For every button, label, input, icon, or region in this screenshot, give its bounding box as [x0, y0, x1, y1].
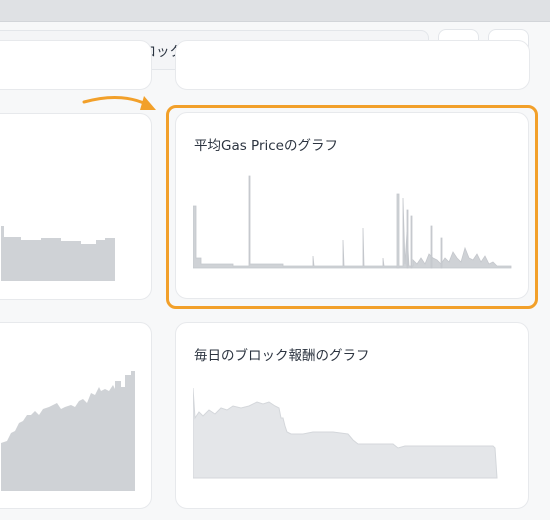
- chart-card-left-2[interactable]: [0, 322, 152, 509]
- highlight-frame: [166, 105, 538, 309]
- card-top-left-partial: [0, 40, 152, 90]
- left-chart-2: [1, 371, 135, 491]
- card-top-right-partial: [175, 40, 530, 90]
- pointer-arrow: [82, 95, 156, 110]
- block-reward-chart-card[interactable]: 毎日のブロック報酬のグラフ: [175, 322, 529, 509]
- block-reward-chart: [193, 387, 498, 479]
- block-reward-card-title: 毎日のブロック報酬のグラフ: [194, 348, 370, 364]
- browser-top-strip: [0, 0, 550, 22]
- chart-card-left-1[interactable]: [0, 113, 152, 300]
- left-chart-1: [1, 226, 115, 281]
